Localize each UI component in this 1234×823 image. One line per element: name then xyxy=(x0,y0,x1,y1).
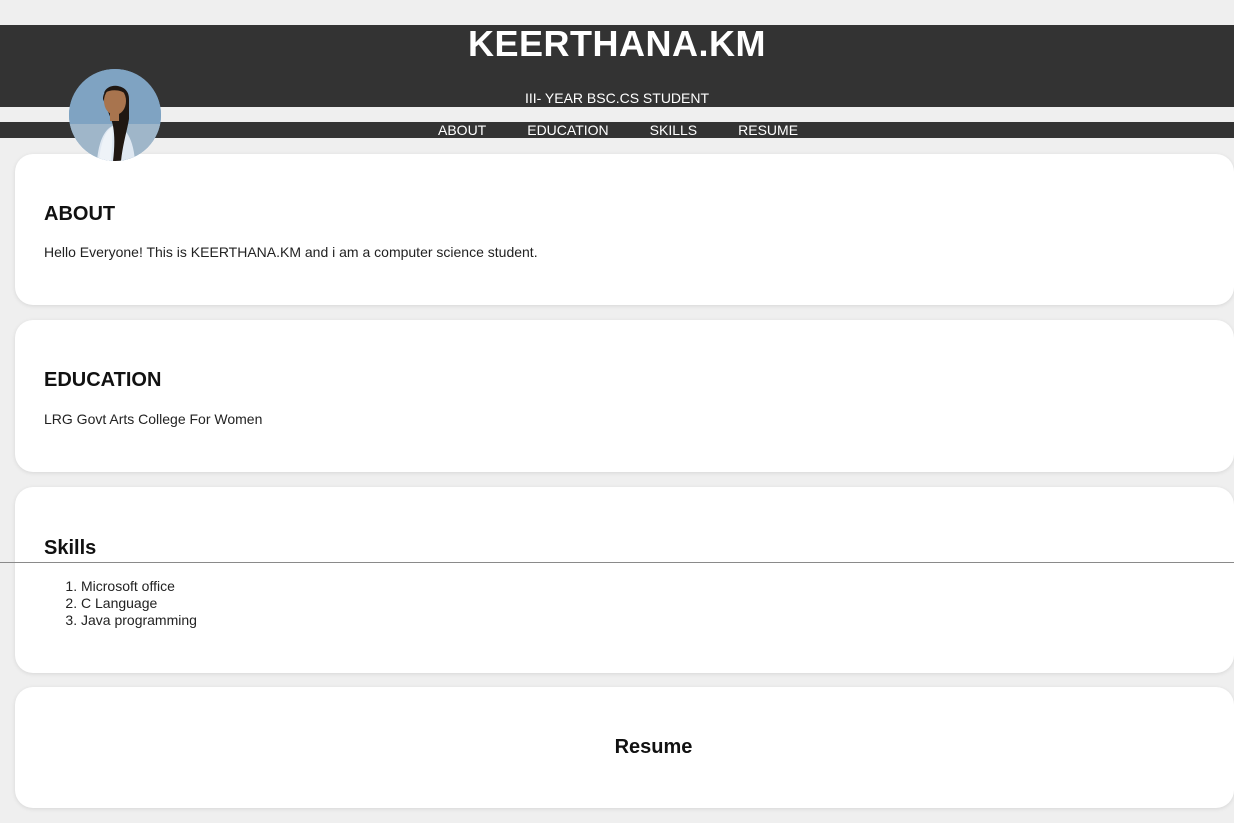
skills-heading: Skills xyxy=(44,537,97,559)
profile-photo-icon xyxy=(69,69,161,161)
education-section: EDUCATION LRG Govt Arts College For Wome… xyxy=(15,320,1234,472)
skill-item: Java programming xyxy=(81,612,197,629)
resume-section: Resume xyxy=(15,687,1234,808)
nav-link-resume[interactable]: RESUME xyxy=(738,121,798,139)
skills-section: Skills Microsoft office C Language Java … xyxy=(15,487,1234,673)
skills-list: Microsoft office C Language Java program… xyxy=(65,578,197,629)
education-text: LRG Govt Arts College For Women xyxy=(44,411,263,427)
about-text: Hello Everyone! This is KEERTHANA.KM and… xyxy=(44,244,538,260)
education-heading: EDUCATION xyxy=(44,369,162,391)
main-nav: ABOUT EDUCATION SKILLS RESUME xyxy=(438,121,798,139)
horizontal-divider xyxy=(0,562,1234,563)
nav-link-about[interactable]: ABOUT xyxy=(438,121,486,139)
nav-link-skills[interactable]: SKILLS xyxy=(650,121,697,139)
resume-heading[interactable]: Resume xyxy=(44,736,1234,759)
profile-avatar xyxy=(69,69,161,161)
site-subtitle: III- YEAR BSC.CS STUDENT xyxy=(524,90,710,106)
about-heading: ABOUT xyxy=(44,203,116,225)
site-title: KEERTHANA.KM xyxy=(468,23,766,64)
nav-link-education[interactable]: EDUCATION xyxy=(527,121,608,139)
skill-item: Microsoft office xyxy=(81,578,197,595)
about-section: ABOUT Hello Everyone! This is KEERTHANA.… xyxy=(15,154,1234,305)
skill-item: C Language xyxy=(81,595,197,612)
